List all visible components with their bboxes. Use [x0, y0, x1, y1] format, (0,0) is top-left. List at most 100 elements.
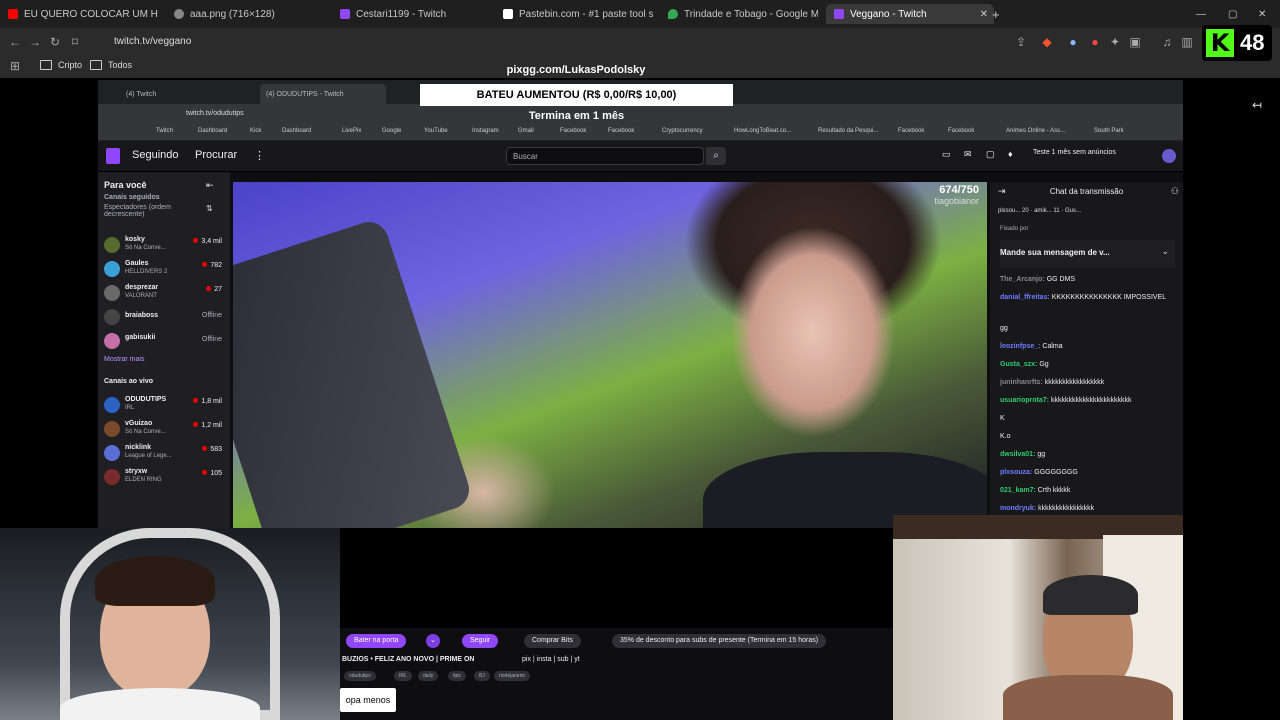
ibm-18[interactable]: South Park	[1094, 128, 1124, 134]
sidebar-channel-nicklink[interactable]: nicklink League of Lege... 583	[104, 442, 222, 464]
sidebar-channel-vguizao[interactable]: vGuizao Só Na Conve... 1,2 mil	[104, 418, 222, 440]
ibm-11[interactable]: Facebook	[608, 128, 634, 134]
chevron-down-icon[interactable]: ⌄	[1161, 246, 1169, 257]
gift-discount-banner[interactable]: 35% de desconto para subs de presente (T…	[612, 634, 827, 648]
inner-tab-2[interactable]: (4) ODUDUTIPS - Twitch	[260, 84, 386, 104]
video-player[interactable]: 674/750 tiagobianor	[233, 182, 987, 528]
knock-button[interactable]: Bater na porta	[346, 634, 407, 648]
ibm-10[interactable]: Facebook	[560, 128, 586, 134]
ibm-13[interactable]: HowLongToBeat.co...	[734, 128, 791, 134]
pinned-message[interactable]: Mande sua mensagem de v... ⌄	[1000, 240, 1175, 268]
ibm-14[interactable]: Resultado da Pesqui...	[818, 128, 878, 134]
ibm-8[interactable]: Instagram	[472, 128, 499, 134]
forward-icon[interactable]: →	[28, 35, 42, 49]
search-icon[interactable]: ⌕	[706, 147, 726, 165]
share-icon[interactable]: ⇪	[1014, 35, 1028, 49]
minimize-icon[interactable]: —	[1196, 4, 1210, 24]
sidebar-channel-odudutips[interactable]: ODUDUTIPS IRL 1,8 mil	[104, 394, 222, 416]
tag[interactable]: odudutips	[344, 671, 376, 681]
collapse-icon[interactable]: ⇤	[206, 180, 214, 191]
outer-tab-5[interactable]: Trindade e Tobago - Google Maps	[668, 4, 818, 24]
bookmark-todos[interactable]: Todos	[90, 60, 132, 70]
person-shirt	[60, 688, 260, 720]
sidebar-channel-gaules[interactable]: Gaules HELLDIVERS 2 782	[104, 258, 222, 280]
ibm-6[interactable]: Google	[382, 128, 401, 134]
tag[interactable]: daily	[418, 671, 439, 681]
search-input[interactable]: Buscar	[506, 147, 704, 165]
ibm-15[interactable]: Facebook	[898, 128, 924, 134]
avatar[interactable]	[1162, 149, 1176, 163]
live-dot	[193, 398, 199, 403]
maximize-icon[interactable]: ▢	[1228, 4, 1242, 24]
ibm-1[interactable]: Twitch	[156, 128, 173, 134]
bookmark-cripto[interactable]: Cripto	[40, 60, 82, 70]
sidebar-channel-stryxw[interactable]: stryxw ELDEN RING 105	[104, 466, 222, 488]
extension-icon[interactable]: ●	[1066, 35, 1080, 49]
outer-tab-2[interactable]: aaa.png (716×128)	[174, 4, 324, 24]
buy-bits-button[interactable]: Comprar Bits	[524, 634, 581, 648]
bookmark-icon[interactable]: ⌑	[68, 35, 82, 49]
extension-icon-2[interactable]: ●	[1088, 35, 1102, 49]
media-icon[interactable]: ▣	[1128, 35, 1142, 49]
inner-url[interactable]: twitch.tv/odudutips	[186, 110, 244, 117]
twitch-logo-icon[interactable]	[106, 148, 120, 164]
ibm-5[interactable]: LivePix	[342, 128, 361, 134]
tag[interactable]: IRL	[394, 671, 412, 681]
puzzle-icon[interactable]: ✦	[1108, 35, 1122, 49]
nav-browse[interactable]: Procurar	[195, 149, 237, 161]
more-icon[interactable]: ⋮	[254, 149, 265, 162]
ibm-12[interactable]: Cryptocurrency	[662, 128, 703, 134]
exit-sidebar-icon[interactable]: ↤	[1252, 98, 1262, 112]
sidebar-channel-gabisukii[interactable]: gabisukii Offline	[104, 330, 222, 352]
follow-button[interactable]: Seguir	[462, 634, 499, 648]
show-more-link[interactable]: Mostrar mais	[104, 356, 144, 363]
ibm-2[interactable]: Dashboard	[198, 128, 227, 134]
chat-header: Chat da transmissão	[1049, 187, 1124, 196]
chevron-down-icon[interactable]: ⌄	[426, 634, 440, 648]
back-icon[interactable]: ←	[8, 35, 22, 49]
music-icon[interactable]: ♫	[1160, 35, 1174, 49]
globe-icon	[174, 9, 184, 19]
close-tab-icon[interactable]: ✕	[980, 9, 988, 20]
chat-message: dwsilva01: gg	[1000, 451, 1046, 458]
person-cap	[1043, 575, 1138, 615]
outer-tab-6-active[interactable]: Veggano - Twitch ✕	[826, 4, 994, 24]
notifications-icon[interactable]: ✉	[964, 149, 972, 160]
brave-shield-icon[interactable]: ◆	[1040, 35, 1054, 49]
sort-icon[interactable]: ⇅	[206, 204, 213, 213]
new-tab-button[interactable]: +	[992, 4, 1006, 24]
ibm-7[interactable]: YouTube	[424, 128, 448, 134]
stream-commands: pix | insta | sub | yt	[522, 656, 580, 663]
apps-grid-icon[interactable]: ⊞	[8, 59, 22, 73]
person-hair	[95, 556, 215, 606]
twitch-sidebar: Para você ⇤ Canais seguidos Espectadores…	[98, 172, 230, 528]
inner-tab-1[interactable]: (4) Twitch	[126, 84, 246, 104]
nav-following[interactable]: Seguindo	[132, 149, 179, 161]
whispers-icon[interactable]: ▢	[986, 149, 995, 160]
tag[interactable]: tips	[448, 671, 466, 681]
outer-address-bar: ← → ↻ ⌑ twitch.tv/veggano ⇪ ◆ ● ● ✦ ▣ ♫ …	[0, 28, 1280, 56]
opa-menos-button[interactable]: opa menos	[340, 688, 396, 712]
prime-button[interactable]: Teste 1 mês sem anúncios	[1033, 149, 1116, 156]
sidebar-sort[interactable]: Espectadores (ordem decrescente)	[104, 204, 204, 218]
reload-icon[interactable]: ↻	[48, 35, 62, 49]
sidebar-channel-braiaboss[interactable]: braiaboss Offline	[104, 306, 222, 328]
ibm-9[interactable]: Gmail	[518, 128, 534, 134]
outer-tab-3[interactable]: Cestari1199 - Twitch	[340, 4, 490, 24]
users-icon[interactable]: ⚇	[1171, 186, 1179, 197]
tag[interactable]: riodejaneiro	[494, 671, 531, 681]
sidebar-channel-desprezar[interactable]: desprezar VALORANT 27	[104, 282, 222, 304]
crown-icon[interactable]: ♦	[1008, 149, 1013, 159]
ibm-16[interactable]: Facebook	[948, 128, 974, 134]
close-window-icon[interactable]: ✕	[1258, 4, 1272, 24]
ibm-17[interactable]: Animes Online - Ass...	[1006, 128, 1065, 134]
inbox-icon[interactable]: ▭	[942, 149, 951, 160]
outer-tab-1[interactable]: EU QUERO COLOCAR UM HATER DO	[8, 4, 158, 24]
ibm-4[interactable]: Dashboard	[282, 128, 311, 134]
tag[interactable]: BJ	[474, 671, 490, 681]
sidebar-icon[interactable]: ▥	[1180, 35, 1194, 49]
chat-message: The_Arcanjo: GG DMS	[1000, 276, 1076, 283]
ibm-3[interactable]: Kick	[250, 128, 261, 134]
outer-tab-4[interactable]: Pastebin.com - #1 paste tool since 2	[503, 4, 653, 24]
sidebar-channel-kosky[interactable]: kosky Só Na Conve... 3,4 mil	[104, 234, 222, 256]
